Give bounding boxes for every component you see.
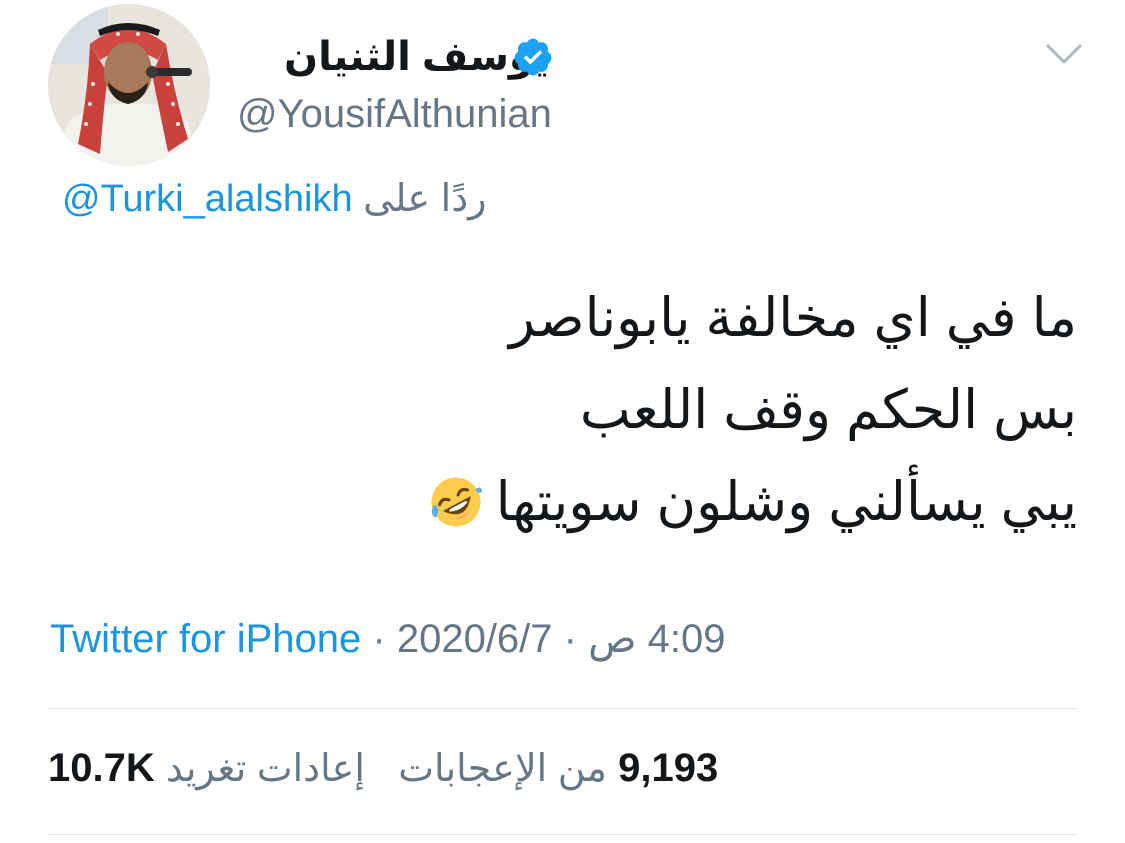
chevron-down-icon[interactable] [1044, 40, 1084, 68]
replying-to: @Turki_alalshikh ردًا على [62, 176, 487, 221]
likes-label[interactable]: من الإعجابات [398, 748, 607, 790]
retweets-label[interactable]: إعادات تغريد [166, 748, 365, 790]
user-handle[interactable]: @YousifAlthunian [237, 92, 552, 137]
meta-separator: · [372, 617, 386, 661]
tweet-stats: 10.7K إعادات تغريد من الإعجابات 9,193 [48, 746, 718, 791]
tweet-line: بس الحكم وقف اللعب [579, 380, 1077, 440]
tweet-meta: Twitter for iPhone · 2020/6/7 · 4:09 ص [50, 616, 725, 662]
display-name[interactable]: يوسف الثنيان [284, 34, 549, 80]
tweet-line: يبي يسألني وشلون سويتها [495, 472, 1077, 532]
tweet-date[interactable]: 2020/6/7 [397, 617, 553, 661]
meta-separator: · [563, 617, 577, 661]
tweet-line: ما في اي مخالفة يابوناصر [509, 288, 1077, 348]
tweet-source-link[interactable]: Twitter for iPhone [50, 617, 361, 661]
likes-count[interactable]: 9,193 [618, 746, 718, 790]
tweet-line-with-emoji: يبي يسألني وشلون سويتها [77, 456, 1077, 548]
avatar[interactable] [48, 4, 210, 166]
tweet-time[interactable]: 4:09 ص [588, 617, 725, 661]
divider [48, 708, 1078, 709]
reply-mention-link[interactable]: @Turki_alalshikh [62, 178, 353, 220]
tweet-text: ما في اي مخالفة يابوناصر بس الحكم وقف ال… [77, 272, 1077, 548]
profile-photo-icon [48, 4, 210, 166]
rolling-on-floor-laughing-emoji-icon [431, 477, 482, 527]
retweets-count[interactable]: 10.7K [48, 746, 155, 790]
reply-prefix: ردًا على [363, 178, 487, 220]
verified-badge-icon [514, 38, 552, 76]
tweet-detail: يوسف الثنيان @YousifAlthunian @Turki_ala… [0, 0, 1125, 843]
divider [48, 834, 1078, 835]
